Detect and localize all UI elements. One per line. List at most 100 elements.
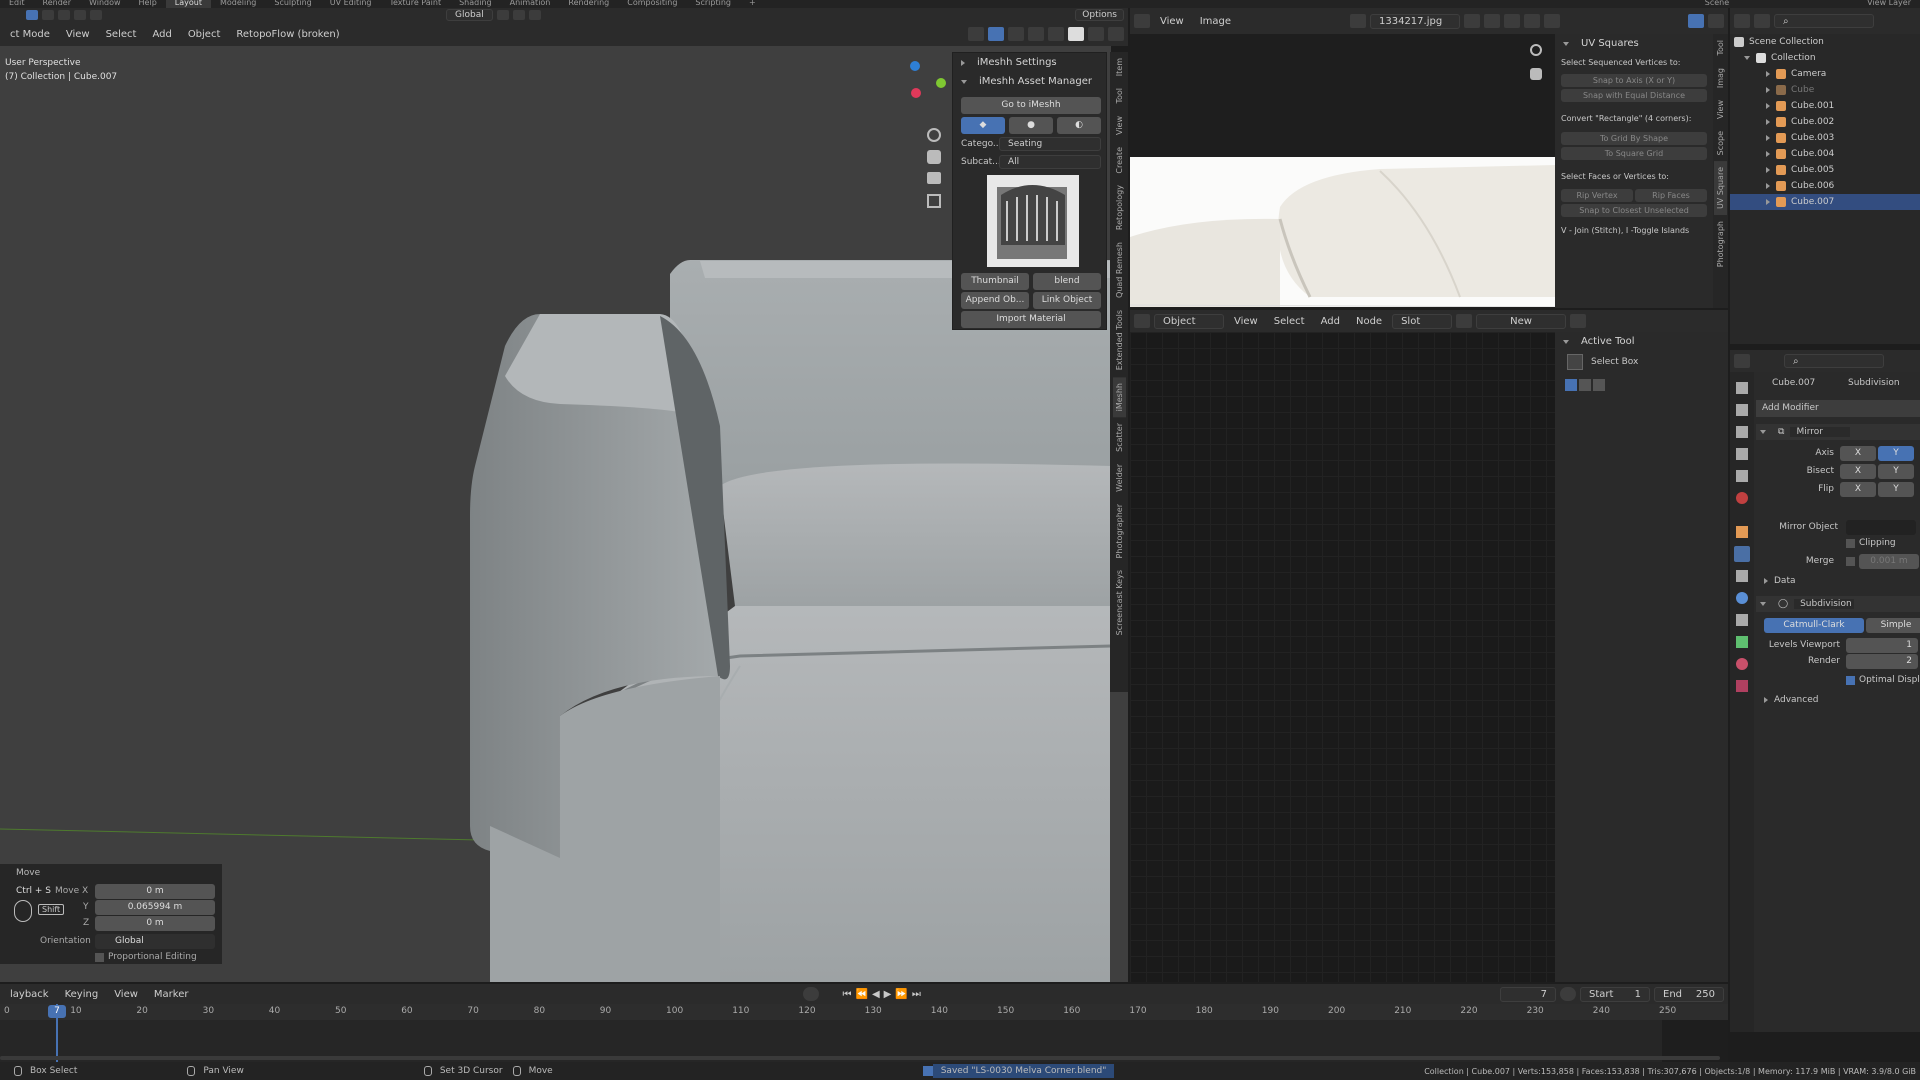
3d-viewport[interactable]: User Perspective (7) Collection | Cube.0…: [0, 46, 1111, 982]
sidebar-tab-retopology[interactable]: Retopology: [1113, 179, 1126, 236]
sidebar-tab-screencast-keys[interactable]: Screencast Keys: [1113, 564, 1126, 641]
timeline-menu-view[interactable]: View: [108, 987, 144, 1002]
node-editor-type-icon[interactable]: [1134, 314, 1150, 328]
gizmo-toggle-icon[interactable]: [988, 27, 1004, 41]
sidebar-tab-extended-tools[interactable]: Extended Tools: [1113, 304, 1126, 376]
to-grid-by-shape-button[interactable]: To Grid By Shape: [1561, 132, 1707, 145]
sidebar-tab-tool[interactable]: Tool: [1113, 82, 1126, 110]
outliner-display-mode-icon[interactable]: [1754, 14, 1770, 28]
select-invert-icon[interactable]: [74, 10, 86, 20]
material-slot-dropdown[interactable]: Slot: [1392, 313, 1453, 329]
sidebar-tab-welder[interactable]: Welder: [1113, 458, 1126, 498]
modifier-properties-icon[interactable]: [1734, 546, 1750, 562]
ortho-toggle-icon[interactable]: [927, 194, 941, 208]
scene-selector[interactable]: Scene: [1696, 0, 1738, 8]
gizmo-z-axis[interactable]: [910, 61, 920, 71]
image-editor-canvas[interactable]: [1130, 34, 1555, 308]
outliner-item-cube-001[interactable]: Cube.001: [1730, 98, 1920, 114]
rip-faces-button[interactable]: Rip Faces: [1635, 189, 1707, 202]
jump-keyframe-forward-icon[interactable]: ⏩: [895, 989, 907, 1000]
proportional-icon[interactable]: [528, 10, 541, 20]
image-display-icon[interactable]: [1708, 14, 1724, 28]
append-object-button[interactable]: Append Ob...: [961, 292, 1029, 309]
move-z-field[interactable]: 0 m: [95, 916, 215, 931]
sidebar-tab-quad-remesh[interactable]: Quad Remesh: [1113, 236, 1126, 304]
scene-properties-icon[interactable]: [1736, 470, 1748, 482]
tab-sculpting[interactable]: Sculpting: [265, 0, 320, 8]
timeline-menu-keying[interactable]: Keying: [59, 987, 105, 1002]
image-menu-view[interactable]: View: [1154, 14, 1190, 29]
node-menu-add[interactable]: Add: [1315, 314, 1346, 329]
xray-toggle-icon[interactable]: [1028, 27, 1044, 41]
active-tool-header[interactable]: Active Tool: [1555, 332, 1728, 351]
mirror-modifier-header[interactable]: ⧉ Mirror: [1756, 424, 1920, 440]
jump-keyframe-back-icon[interactable]: ⏪: [856, 989, 868, 1000]
material-browse-icon[interactable]: [1456, 314, 1473, 328]
bisect-y-toggle[interactable]: Y: [1878, 464, 1914, 479]
node-object-dropdown[interactable]: Object: [1154, 313, 1224, 329]
preview-range-icon[interactable]: [1560, 987, 1576, 1001]
output-properties-icon[interactable]: [1736, 426, 1748, 438]
image-browse-icon[interactable]: [1350, 14, 1366, 28]
outliner-search-field[interactable]: ⌕: [1774, 14, 1874, 28]
node-pin-icon[interactable]: [1570, 314, 1587, 328]
new-material-button[interactable]: New: [1476, 313, 1567, 329]
image-overlay-icon[interactable]: [1688, 14, 1704, 28]
select-box-tool-icon[interactable]: [1567, 354, 1583, 370]
timeline-menu-marker[interactable]: Marker: [148, 987, 195, 1002]
outliner-item-cube-007[interactable]: Cube.007: [1730, 194, 1920, 210]
render-properties-icon[interactable]: [1736, 404, 1748, 416]
transform-orientation-dropdown[interactable]: Global: [446, 9, 493, 21]
menu-edit[interactable]: Edit: [0, 0, 34, 8]
asset-type-hdri-tab[interactable]: ◐: [1057, 117, 1101, 134]
outliner-item-cube-002[interactable]: Cube.002: [1730, 114, 1920, 130]
playhead-frame-badge[interactable]: 7: [48, 1005, 66, 1018]
move-x-field[interactable]: 0 m: [95, 884, 215, 899]
uv-squares-header[interactable]: UV Squares: [1555, 34, 1713, 53]
gizmo-x-axis[interactable]: [911, 88, 921, 98]
image-zoom-icon[interactable]: [1530, 44, 1542, 56]
view-layer-properties-icon[interactable]: [1736, 448, 1748, 460]
levels-viewport-field[interactable]: 1: [1846, 638, 1918, 653]
gizmo-y-axis[interactable]: [936, 78, 946, 88]
node-menu-view[interactable]: View: [1228, 314, 1264, 329]
outliner-item-cube-006[interactable]: Cube.006: [1730, 178, 1920, 194]
link-object-button[interactable]: Link Object: [1033, 292, 1101, 309]
flip-x-toggle[interactable]: X: [1840, 482, 1876, 497]
node-menu-node[interactable]: Node: [1350, 314, 1388, 329]
viewport-menu-select[interactable]: Select: [100, 27, 143, 42]
pin-icon[interactable]: [1544, 14, 1560, 28]
tool-properties-icon[interactable]: [1736, 382, 1748, 394]
move-y-field[interactable]: 0.065994 m: [95, 900, 215, 915]
image-menu-image[interactable]: Image: [1194, 14, 1237, 29]
operator-title[interactable]: Move: [16, 868, 40, 878]
asset-type-models-tab[interactable]: ◆: [961, 117, 1005, 134]
merge-distance-field[interactable]: 0.001 m: [1859, 554, 1919, 569]
subdivision-modifier-header[interactable]: ◯ Subdivision: [1756, 596, 1920, 612]
asset-thumbnail[interactable]: [987, 175, 1079, 267]
node-editor-canvas[interactable]: [1130, 332, 1555, 982]
mode-dropdown[interactable]: ct Mode: [4, 27, 56, 42]
navigation-gizmo[interactable]: [880, 56, 950, 126]
outliner-item-cube-005[interactable]: Cube.005: [1730, 162, 1920, 178]
outliner-item-cube[interactable]: Cube: [1730, 82, 1920, 98]
outliner-item-camera[interactable]: Camera: [1730, 66, 1920, 82]
tab-rendering[interactable]: Rendering: [559, 0, 618, 8]
tab-texture-paint[interactable]: Texture Paint: [380, 0, 450, 8]
timeline-menu-playback[interactable]: layback: [4, 987, 55, 1002]
viewport-menu-add[interactable]: Add: [146, 27, 177, 42]
select-subtract-icon[interactable]: [58, 10, 70, 20]
texture-properties-icon[interactable]: [1736, 680, 1748, 692]
imeshh-settings-header[interactable]: iMeshh Settings: [953, 53, 1106, 72]
unlink-image-icon[interactable]: [1524, 14, 1540, 28]
snap-closest-button[interactable]: Snap to Closest Unselected: [1561, 204, 1707, 217]
particles-properties-icon[interactable]: [1736, 570, 1748, 582]
viewport-menu-view[interactable]: View: [60, 27, 96, 42]
image-tab-scopes[interactable]: Scope: [1714, 125, 1727, 161]
advanced-subpanel-header[interactable]: Advanced: [1764, 695, 1818, 705]
physics-properties-icon[interactable]: [1736, 592, 1748, 604]
camera-view-icon[interactable]: [927, 172, 941, 184]
go-to-imeshh-button[interactable]: Go to iMeshh: [961, 97, 1101, 114]
timeline-body[interactable]: 0 10 20 30 40 50 60 70 80 90 100 110 120 130 140 150 160…: [0, 1004, 1728, 1062]
tab-scripting[interactable]: Scripting: [686, 0, 740, 8]
